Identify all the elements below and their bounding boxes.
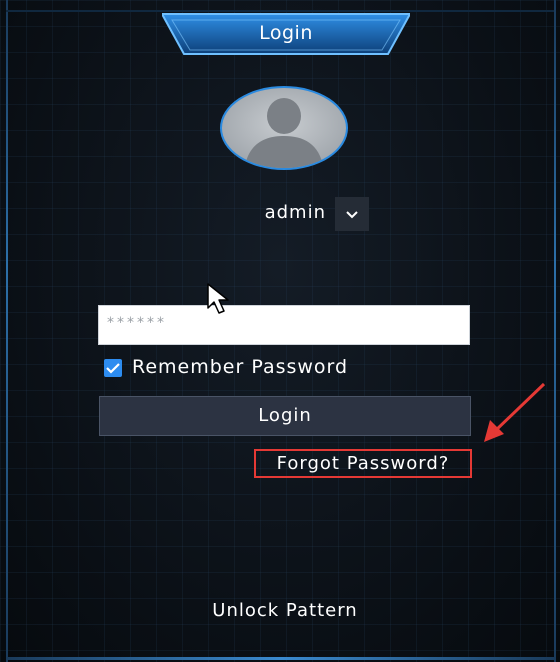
login-screen: Login admin ****** Remember Password Log… [0,0,560,662]
unlock-pattern-link[interactable]: Unlock Pattern [180,600,390,621]
frame-border-right [554,0,556,662]
chevron-down-icon [346,211,358,219]
user-dropdown-button[interactable] [335,197,369,231]
mouse-cursor-icon [206,282,234,320]
checkmark-icon [106,363,120,374]
forgot-password-link[interactable]: Forgot Password? [254,449,472,478]
frame-border-bottom [6,657,556,660]
annotation-arrow-icon [478,382,548,448]
user-avatar [219,86,349,170]
login-button[interactable]: Login [99,396,471,436]
username-display[interactable]: admin [238,202,326,223]
title-tab: Login [162,12,410,56]
frame-border-left [6,0,8,662]
dialog-title: Login [259,22,313,44]
password-field[interactable]: ****** [98,305,470,345]
remember-password-label: Remember Password [132,356,349,378]
user-avatar-icon [220,86,348,170]
remember-password-checkbox[interactable] [104,359,122,377]
